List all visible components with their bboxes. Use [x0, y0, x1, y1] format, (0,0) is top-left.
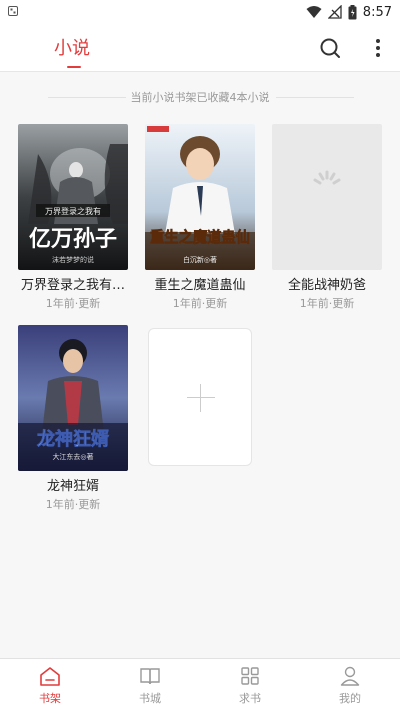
status-time: 8:57: [362, 4, 392, 20]
book-title: 全能战神奶爸: [287, 278, 366, 293]
book-updated: 1年前·更新: [172, 297, 228, 310]
book-cover: 重生之魔道蛊仙 白沉新◎著: [145, 124, 255, 270]
page-title[interactable]: 小说: [54, 34, 90, 60]
tab-bookshelf[interactable]: 书架: [0, 659, 100, 712]
tab-label: 我的: [339, 692, 361, 705]
book-updated: 1年前·更新: [299, 297, 355, 310]
book-title: 龙神狂婿: [46, 479, 99, 494]
notification-icon: [8, 6, 18, 16]
tab-bookstore[interactable]: 书城: [100, 659, 200, 712]
bottom-tab-bar: 书架 书城 求书 我的: [0, 658, 400, 712]
cover-author: 大江东去◎著: [52, 452, 93, 461]
user-icon: [340, 666, 360, 686]
cover-title: 重生之魔道蛊仙: [150, 228, 250, 246]
more-vertical-icon[interactable]: [370, 36, 386, 60]
tab-profile[interactable]: 我的: [300, 659, 400, 712]
signal-icon: [327, 5, 342, 19]
grid-icon: [241, 667, 259, 685]
book-title: 万界登录之我有…: [20, 278, 125, 293]
book-open-icon: [140, 668, 160, 685]
tab-request-book[interactable]: 求书: [200, 659, 300, 712]
book-cover: 龙神狂婿 大江东去◎著: [18, 325, 128, 471]
shelf-info: 当前小说书架已收藏4本小说: [0, 86, 400, 110]
divider: [276, 97, 354, 98]
status-icons: 8:57: [306, 3, 392, 21]
app-bar: 小说: [0, 24, 400, 72]
bookshelf-icon: [40, 667, 60, 686]
cover-title: 龙神狂婿: [37, 428, 109, 450]
tab-label: 书架: [39, 692, 61, 705]
cover-subtitle: 万界登录之我有: [45, 206, 101, 216]
status-bar: 8:57: [0, 0, 400, 24]
battery-icon: [348, 4, 357, 19]
tab-label: 书城: [139, 692, 161, 705]
cover-author: 沫若梦梦的说: [52, 255, 94, 264]
tab-label: 求书: [239, 692, 261, 705]
book-cover: 万界登录之我有 亿万孙子 沫若梦梦的说: [18, 124, 128, 270]
cover-title: 亿万孙子: [29, 226, 117, 252]
book-updated: 1年前·更新: [45, 297, 101, 310]
book-cover-placeholder: [272, 124, 382, 270]
search-icon[interactable]: [318, 36, 342, 60]
add-book-button[interactable]: [148, 328, 252, 466]
wifi-icon: [306, 6, 322, 18]
book-updated: 1年前·更新: [45, 498, 101, 511]
cover-author: 白沉新◎著: [183, 255, 217, 264]
book-title: 重生之魔道蛊仙: [154, 278, 246, 293]
tab-indicator: [67, 66, 81, 68]
